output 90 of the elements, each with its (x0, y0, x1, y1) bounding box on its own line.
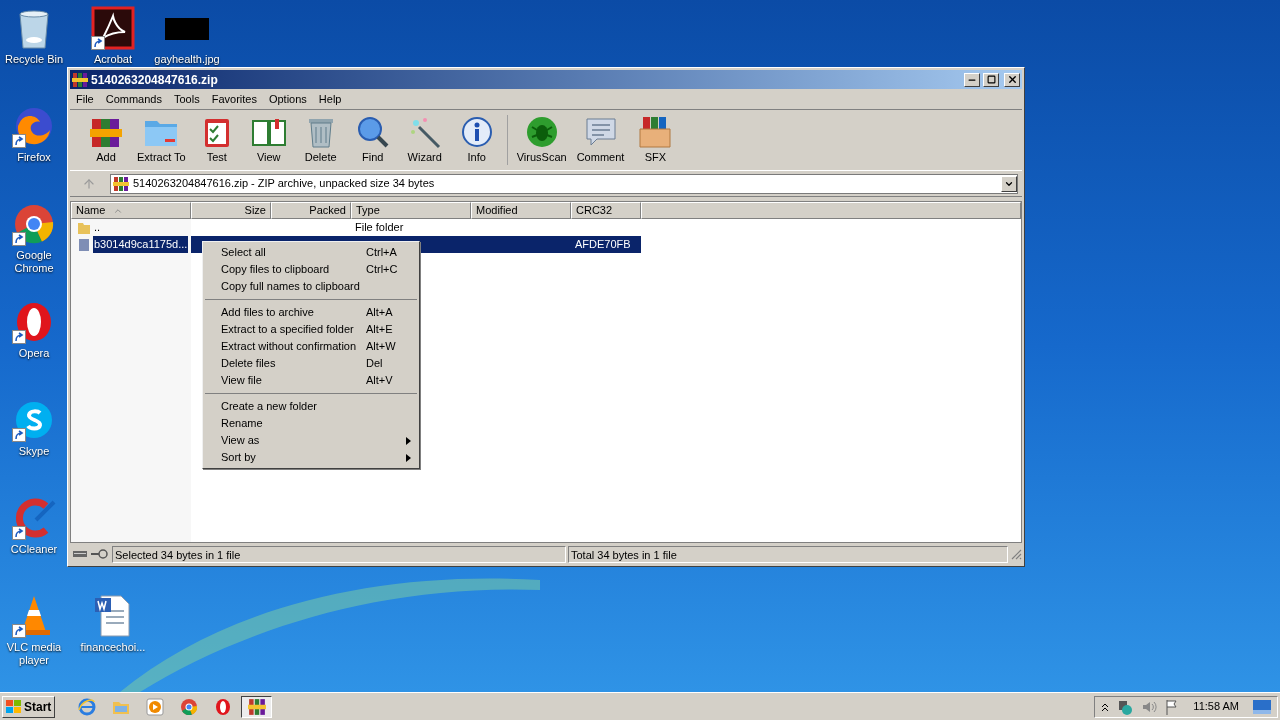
toolbar-button[interactable]: Wizard (398, 114, 451, 166)
shortcut-arrow-icon (12, 526, 26, 540)
desktop-icon-label[interactable]: Recycle Bin (4, 53, 64, 66)
close-icon (1006, 74, 1018, 85)
menu-item[interactable]: Sort by (205, 449, 417, 466)
column-header[interactable]: Size (191, 202, 271, 219)
up-arrow-icon (82, 176, 96, 191)
show-hidden-icons-icon[interactable] (1101, 701, 1110, 712)
menu-item[interactable]: Delete files Del (205, 355, 417, 372)
flag-icon[interactable] (1165, 698, 1180, 715)
show-desktop-icon[interactable] (1253, 699, 1271, 714)
toolbar-button[interactable]: View (242, 114, 295, 166)
menu-item[interactable]: Favorites (205, 90, 263, 108)
shortcut-arrow-icon (12, 330, 26, 344)
dropdown-button[interactable] (1001, 175, 1017, 192)
folder-icon (77, 220, 91, 235)
desktop-icon-label[interactable]: Acrobat (94, 53, 132, 66)
window-title: 5140263204847616.zip (91, 71, 219, 89)
menu-item[interactable]: Add files to archive Alt+A (205, 304, 417, 321)
menu-item[interactable]: Commands (99, 90, 168, 108)
table-cell-text: AFDE70FB (575, 237, 631, 253)
maximize-button[interactable] (983, 72, 999, 87)
taskbar-button[interactable] (241, 695, 273, 718)
acrobat-icon (91, 6, 135, 50)
status-text: Total 34 bytes in 1 file (568, 545, 1008, 563)
column-header[interactable]: CRC32 (571, 202, 641, 219)
media-player-icon (145, 697, 164, 716)
shortcut-arrow-icon (91, 36, 105, 50)
menu-item[interactable]: Create a new folder (205, 398, 417, 415)
archive-icon (72, 71, 88, 88)
maximize-icon (986, 75, 996, 84)
windows-logo-icon (6, 699, 22, 714)
menu-item[interactable]: Select all Ctrl+A (205, 244, 417, 261)
menu-item[interactable]: Rename (205, 415, 417, 432)
chrome-icon (12, 202, 56, 246)
menu-item[interactable]: Extract without confirmation Alt+W (205, 338, 417, 355)
drive-icon (72, 549, 88, 559)
file-row[interactable]: .. File folder (71, 219, 1021, 236)
internet-explorer-icon (77, 697, 96, 716)
toolbar-button[interactable]: Test (190, 114, 243, 166)
winrar-icon (113, 175, 129, 192)
toolbar-button[interactable]: Info (450, 114, 503, 166)
winrar-icon (247, 697, 266, 716)
clock[interactable]: 11:58 AM (1193, 698, 1239, 715)
network-icon[interactable] (1117, 698, 1134, 715)
desktop-icon-label[interactable]: Firefox (17, 151, 51, 164)
toolbar-button[interactable]: VirusScan (511, 114, 572, 166)
menu-item[interactable]: View as (205, 432, 417, 449)
menu-item[interactable]: Help (312, 90, 348, 108)
start-button[interactable]: Start (2, 695, 56, 718)
column-header[interactable]: Type (351, 202, 471, 219)
key-icon (90, 549, 108, 559)
menu-item[interactable]: Extract to a specified folder Alt+E (205, 321, 417, 338)
toolbar-button[interactable]: Add (80, 114, 132, 166)
file-icon (77, 237, 91, 252)
menu-item[interactable]: Options (262, 90, 313, 108)
close-button[interactable] (1004, 72, 1020, 87)
menu-item[interactable]: View file Alt+V (205, 372, 417, 389)
table-cell: b3014d9ca1175d... (93, 236, 189, 253)
shortcut-arrow-icon (12, 232, 26, 246)
menu-item[interactable]: Tools (168, 90, 206, 108)
toolbar-button[interactable]: Comment (571, 114, 630, 166)
toolbar-button[interactable]: Extract To (132, 114, 191, 166)
resize-grip-icon[interactable] (1010, 548, 1022, 560)
column-header[interactable]: Name (71, 202, 191, 219)
menu-item[interactable]: Copy full names to clipboard (205, 278, 417, 295)
desktop-icon-label[interactable]: CCleaner (10, 543, 58, 556)
column-header[interactable]: Modified (471, 202, 571, 219)
opera-icon (213, 697, 232, 716)
shortcut-arrow-icon (12, 134, 26, 148)
address-text: 5140263204847616.zip - ZIP archive, unpacked size 34 bytes (133, 176, 436, 192)
shortcut-arrow-icon (12, 624, 26, 638)
menu-item[interactable]: File (70, 90, 100, 108)
toolbar-button[interactable]: Delete (294, 114, 347, 166)
desktop-icon-label[interactable]: Opera (18, 347, 50, 360)
desktop-icon-label[interactable]: gayhealth.jpg (154, 53, 220, 66)
shortcut-arrow-icon (12, 428, 26, 442)
minimize-button[interactable] (964, 72, 980, 87)
table-cell-text: .. (93, 220, 102, 236)
chrome-icon (179, 697, 198, 716)
menu-item[interactable]: Copy files to clipboard Ctrl+C (205, 261, 417, 278)
address-field[interactable]: 5140263204847616.zip - ZIP archive, unpacked size 34 bytes (110, 173, 1018, 194)
desktop-icon-label[interactable]: Google Chrome (2, 249, 66, 275)
toolbar-button[interactable]: Find (346, 114, 399, 166)
status-text: Selected 34 bytes in 1 file (112, 545, 566, 563)
desktop-icon-label[interactable]: Skype (18, 445, 50, 458)
toolbar-button[interactable]: SFX (629, 114, 682, 166)
table-cell-text: File folder (355, 220, 404, 236)
box-of-books-icon (637, 114, 674, 149)
column-header[interactable]: Packed (271, 202, 351, 219)
